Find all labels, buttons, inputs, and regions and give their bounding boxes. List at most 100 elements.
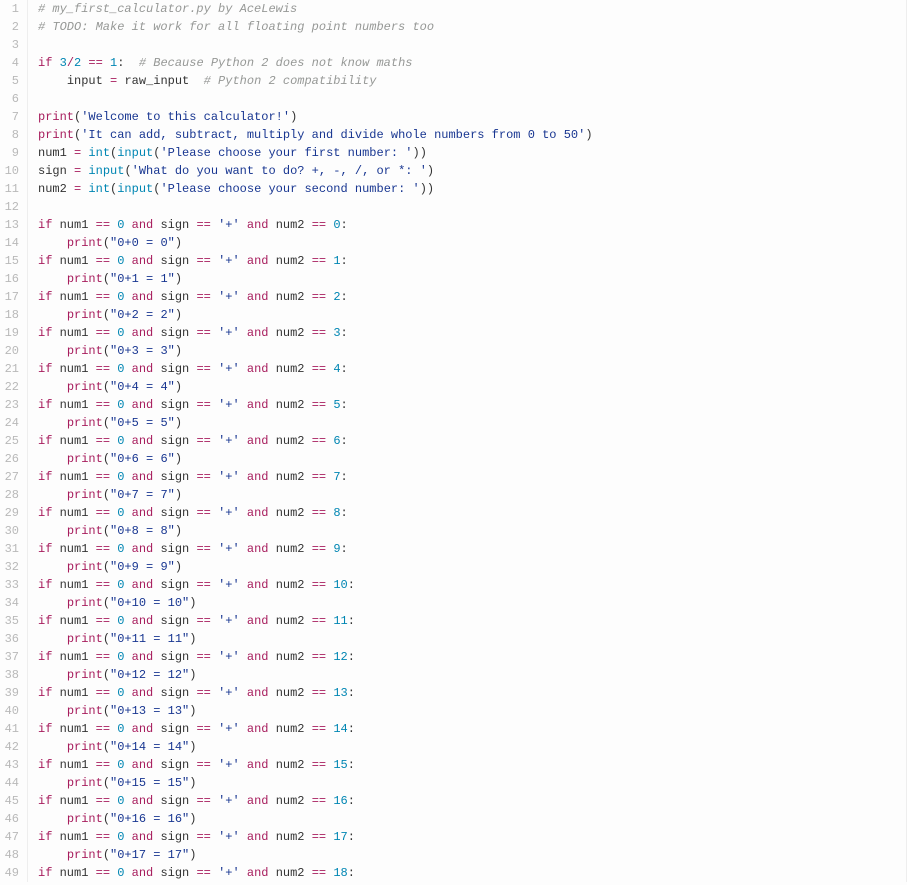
code-area[interactable]: # my_first_calculator.py by AceLewis# TO… [28,0,906,882]
line-number: 23 [0,396,19,414]
line-number: 47 [0,828,19,846]
code-line[interactable]: # my_first_calculator.py by AceLewis [38,0,906,18]
line-number: 6 [0,90,19,108]
code-line[interactable]: if num1 == 0 and sign == '+' and num2 ==… [38,756,906,774]
line-number: 41 [0,720,19,738]
line-number: 5 [0,72,19,90]
line-number: 11 [0,180,19,198]
code-line[interactable]: num2 = int(input('Please choose your sec… [38,180,906,198]
line-number: 34 [0,594,19,612]
line-number: 45 [0,792,19,810]
code-line[interactable]: if num1 == 0 and sign == '+' and num2 ==… [38,252,906,270]
line-number: 24 [0,414,19,432]
line-number: 36 [0,630,19,648]
code-line[interactable]: sign = input('What do you want to do? +,… [38,162,906,180]
line-number: 7 [0,108,19,126]
line-number: 43 [0,756,19,774]
code-line[interactable]: if num1 == 0 and sign == '+' and num2 ==… [38,432,906,450]
line-number: 20 [0,342,19,360]
line-number: 30 [0,522,19,540]
code-line[interactable]: print("0+14 = 14") [38,738,906,756]
code-editor: 1234567891011121314151617181920212223242… [0,0,907,882]
line-number: 21 [0,360,19,378]
code-line[interactable]: if num1 == 0 and sign == '+' and num2 ==… [38,504,906,522]
code-line[interactable]: if num1 == 0 and sign == '+' and num2 ==… [38,396,906,414]
line-number: 18 [0,306,19,324]
line-number: 26 [0,450,19,468]
code-line[interactable]: if num1 == 0 and sign == '+' and num2 ==… [38,576,906,594]
code-line[interactable]: print("0+2 = 2") [38,306,906,324]
line-number: 10 [0,162,19,180]
code-line[interactable]: if num1 == 0 and sign == '+' and num2 ==… [38,864,906,882]
code-line[interactable]: if num1 == 0 and sign == '+' and num2 ==… [38,540,906,558]
code-line[interactable]: print('It can add, subtract, multiply an… [38,126,906,144]
line-number: 33 [0,576,19,594]
line-number: 13 [0,216,19,234]
line-number: 49 [0,864,19,882]
line-number: 40 [0,702,19,720]
code-line[interactable]: print("0+12 = 12") [38,666,906,684]
line-number: 27 [0,468,19,486]
code-line[interactable] [38,198,906,216]
line-number: 3 [0,36,19,54]
code-line[interactable]: print("0+16 = 16") [38,810,906,828]
line-number: 15 [0,252,19,270]
code-line[interactable]: print("0+6 = 6") [38,450,906,468]
line-number: 22 [0,378,19,396]
code-line[interactable] [38,36,906,54]
code-line[interactable]: if num1 == 0 and sign == '+' and num2 ==… [38,792,906,810]
line-number: 9 [0,144,19,162]
code-line[interactable]: if num1 == 0 and sign == '+' and num2 ==… [38,216,906,234]
code-line[interactable]: print("0+7 = 7") [38,486,906,504]
line-number: 46 [0,810,19,828]
line-number: 25 [0,432,19,450]
code-line[interactable]: if num1 == 0 and sign == '+' and num2 ==… [38,324,906,342]
line-number: 8 [0,126,19,144]
line-number: 37 [0,648,19,666]
code-line[interactable]: print('Welcome to this calculator!') [38,108,906,126]
code-line[interactable]: print("0+11 = 11") [38,630,906,648]
line-number: 1 [0,0,19,18]
code-line[interactable]: print("0+0 = 0") [38,234,906,252]
code-line[interactable]: print("0+4 = 4") [38,378,906,396]
code-line[interactable]: if num1 == 0 and sign == '+' and num2 ==… [38,468,906,486]
code-line[interactable]: print("0+9 = 9") [38,558,906,576]
code-line[interactable]: if num1 == 0 and sign == '+' and num2 ==… [38,720,906,738]
code-line[interactable]: if num1 == 0 and sign == '+' and num2 ==… [38,684,906,702]
code-line[interactable]: print("0+3 = 3") [38,342,906,360]
line-number: 4 [0,54,19,72]
code-line[interactable]: if num1 == 0 and sign == '+' and num2 ==… [38,612,906,630]
code-line[interactable]: print("0+1 = 1") [38,270,906,288]
line-number: 12 [0,198,19,216]
line-number: 29 [0,504,19,522]
line-number: 14 [0,234,19,252]
line-number: 28 [0,486,19,504]
line-number: 32 [0,558,19,576]
line-number: 39 [0,684,19,702]
code-line[interactable]: if 3/2 == 1: # Because Python 2 does not… [38,54,906,72]
line-number: 31 [0,540,19,558]
code-line[interactable]: input = raw_input # Python 2 compatibili… [38,72,906,90]
line-number: 42 [0,738,19,756]
code-line[interactable]: if num1 == 0 and sign == '+' and num2 ==… [38,648,906,666]
code-line[interactable]: print("0+15 = 15") [38,774,906,792]
line-number: 35 [0,612,19,630]
line-number: 17 [0,288,19,306]
code-line[interactable]: num1 = int(input('Please choose your fir… [38,144,906,162]
code-line[interactable]: print("0+5 = 5") [38,414,906,432]
code-line[interactable]: print("0+10 = 10") [38,594,906,612]
code-line[interactable]: if num1 == 0 and sign == '+' and num2 ==… [38,360,906,378]
code-line[interactable]: print("0+17 = 17") [38,846,906,864]
line-number: 16 [0,270,19,288]
line-number: 38 [0,666,19,684]
line-number: 19 [0,324,19,342]
code-line[interactable]: print("0+13 = 13") [38,702,906,720]
code-line[interactable]: # TODO: Make it work for all floating po… [38,18,906,36]
line-number: 48 [0,846,19,864]
code-line[interactable]: print("0+8 = 8") [38,522,906,540]
code-line[interactable] [38,90,906,108]
line-number: 44 [0,774,19,792]
line-number: 2 [0,18,19,36]
code-line[interactable]: if num1 == 0 and sign == '+' and num2 ==… [38,288,906,306]
code-line[interactable]: if num1 == 0 and sign == '+' and num2 ==… [38,828,906,846]
